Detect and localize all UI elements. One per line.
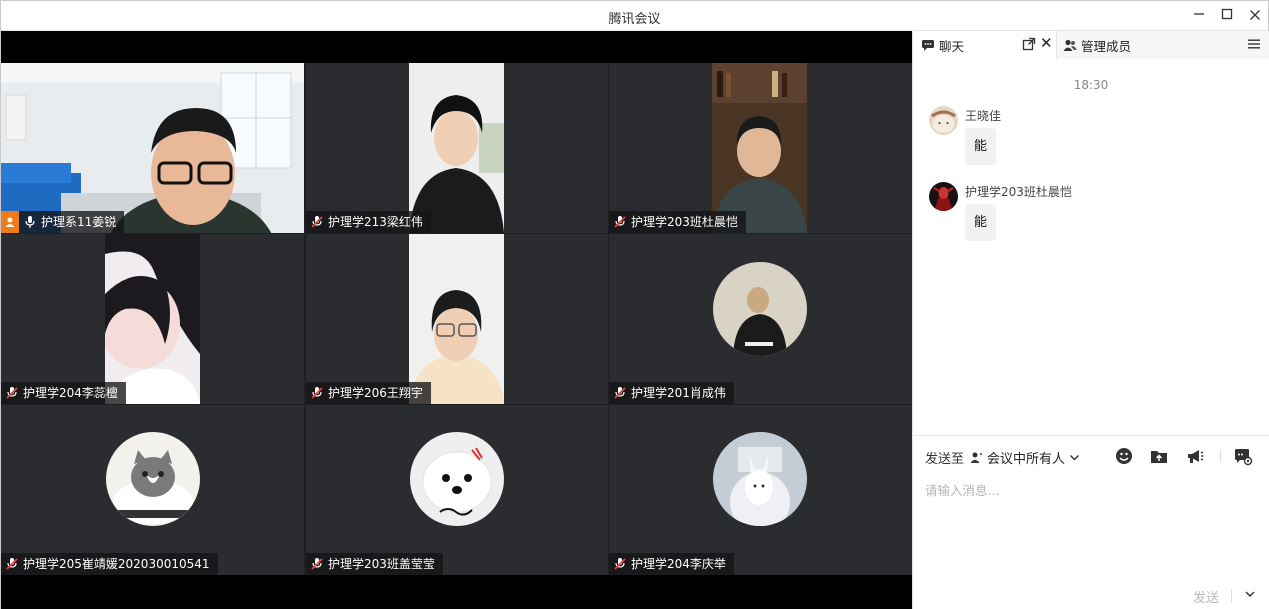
- sender-avatar: [929, 182, 958, 211]
- participant-avatar: [106, 432, 200, 526]
- tab-members-label: 管理成员: [1081, 38, 1132, 54]
- participant-name: 护理系11姜锐: [41, 215, 117, 229]
- video-tile[interactable]: 护理学213梁红伟: [306, 63, 608, 233]
- participant-avatar: [713, 262, 807, 356]
- microphone-muted-icon: [614, 216, 626, 228]
- participant-avatar: [410, 432, 504, 526]
- tab-chat-label: 聊天: [939, 38, 965, 54]
- video-tile[interactable]: 护理学206王翔宇: [306, 234, 608, 404]
- video-tile[interactable]: 护理学203班杜晨恺: [609, 63, 912, 233]
- sender-avatar: [929, 106, 958, 135]
- send-divider: [1231, 589, 1232, 603]
- toolbar-divider: [1220, 450, 1221, 462]
- camera-feed: [409, 63, 504, 233]
- send-to-target: 会议中所有人: [987, 452, 1066, 467]
- microphone-muted-icon: [614, 558, 626, 570]
- participant-avatar: [713, 432, 807, 526]
- close-window-icon[interactable]: [1245, 6, 1265, 26]
- participant-nametag: 护理学204李庆举: [609, 553, 734, 575]
- participant-nametag: 护理学213梁红伟: [306, 211, 431, 233]
- participant-name: 护理学204李蕊檀: [23, 386, 118, 400]
- participant-name: 护理学205崔靖媛202030010541: [23, 557, 210, 571]
- message-input[interactable]: [925, 480, 1255, 580]
- tab-chat[interactable]: 聊天 ✕: [913, 31, 1056, 59]
- message-bubble: 能: [965, 204, 997, 241]
- sender-name: 王晓佳: [965, 109, 1002, 123]
- file-upload-icon[interactable]: [1149, 446, 1169, 466]
- emoji-icon[interactable]: [1114, 446, 1134, 466]
- video-grid: 护理系11姜锐 护理学213梁红伟 护理学203班杜晨恺 护理学204李蕊檀 护…: [1, 63, 912, 575]
- participant-name: 护理学203班盖莹莹: [328, 557, 435, 571]
- microphone-muted-icon: [6, 387, 18, 399]
- announcement-icon[interactable]: [1185, 446, 1205, 466]
- video-area: 护理系11姜锐 护理学213梁红伟 护理学203班杜晨恺 护理学204李蕊檀 护…: [1, 31, 912, 609]
- participant-nametag: 护理学203班杜晨恺: [609, 211, 746, 233]
- participant-nametag: 护理系11姜锐: [1, 211, 125, 233]
- video-tile[interactable]: 护理学205崔靖媛202030010541: [1, 405, 304, 575]
- sidebar-tabs: 聊天 ✕ 管理成员: [913, 31, 1269, 59]
- microphone-muted-icon: [311, 558, 323, 570]
- compose-panel: 发送至 会议中所有人 发送: [913, 435, 1269, 609]
- host-icon: [1, 211, 19, 233]
- title-bar: 腾讯会议: [1, 1, 1268, 31]
- camera-feed: [105, 234, 200, 404]
- participant-name: 护理学213梁红伟: [328, 215, 423, 229]
- participant-nametag: 护理学203班盖莹莹: [306, 553, 443, 575]
- send-button[interactable]: 发送: [1193, 587, 1219, 606]
- video-tile[interactable]: 护理学204李庆举: [609, 405, 912, 575]
- microphone-muted-icon: [614, 387, 626, 399]
- message-bubble: 能: [965, 128, 997, 165]
- send-to-label: 发送至: [925, 452, 965, 467]
- microphone-icon: [25, 216, 35, 228]
- microphone-muted-icon: [311, 387, 323, 399]
- meeting-window: 腾讯会议 护理系11姜锐 护理学213梁红伟 护理学203班杜晨恺 护理学204…: [0, 0, 1269, 609]
- minimize-icon[interactable]: [1189, 6, 1209, 26]
- participant-nametag: 护理学204李蕊檀: [1, 382, 126, 404]
- video-tile[interactable]: 护理系11姜锐: [1, 63, 304, 233]
- send-to-dropdown[interactable]: 会议中所有人: [970, 448, 1080, 467]
- participant-nametag: 护理学205崔靖媛202030010541: [1, 553, 218, 575]
- video-tile[interactable]: 护理学203班盖莹莹: [306, 405, 608, 575]
- participant-nametag: 护理学201肖成伟: [609, 382, 734, 404]
- camera-feed: [409, 234, 504, 404]
- participant-nametag: 护理学206王翔宇: [306, 382, 431, 404]
- members-icon: [1063, 39, 1077, 51]
- microphone-muted-icon: [6, 558, 18, 570]
- chat-settings-icon[interactable]: [1233, 446, 1253, 466]
- menu-icon[interactable]: [1247, 37, 1261, 51]
- chevron-down-icon: [1070, 455, 1080, 461]
- participant-name: 护理学204李庆举: [631, 557, 726, 571]
- chat-icon: [922, 40, 934, 51]
- chat-sidebar: 聊天 ✕ 管理成员 18:30 王晓佳 能 护理学203班杜晨恺 能 发送至 会…: [912, 31, 1269, 609]
- chevron-down-icon[interactable]: [1244, 588, 1256, 600]
- tab-members[interactable]: 管理成员: [1056, 31, 1197, 59]
- video-tile[interactable]: 护理学201肖成伟: [609, 234, 912, 404]
- close-chat-icon[interactable]: ✕: [1040, 34, 1053, 52]
- camera-feed: [712, 63, 807, 233]
- microphone-muted-icon: [311, 216, 323, 228]
- popout-icon[interactable]: [1022, 37, 1036, 51]
- sender-name: 护理学203班杜晨恺: [965, 185, 1072, 199]
- user-icon: [970, 452, 983, 463]
- window-title: 腾讯会议: [608, 12, 661, 27]
- participant-name: 护理学206王翔宇: [328, 386, 423, 400]
- send-to-selector: 发送至 会议中所有人: [925, 448, 1080, 467]
- maximize-icon[interactable]: [1217, 6, 1237, 26]
- camera-feed: [1, 63, 304, 233]
- participant-name: 护理学201肖成伟: [631, 386, 726, 400]
- message-list: 18:30 王晓佳 能 护理学203班杜晨恺 能: [913, 60, 1269, 435]
- message-timestamp: 18:30: [1073, 78, 1109, 92]
- participant-name: 护理学203班杜晨恺: [631, 215, 738, 229]
- video-tile[interactable]: 护理学204李蕊檀: [1, 234, 304, 404]
